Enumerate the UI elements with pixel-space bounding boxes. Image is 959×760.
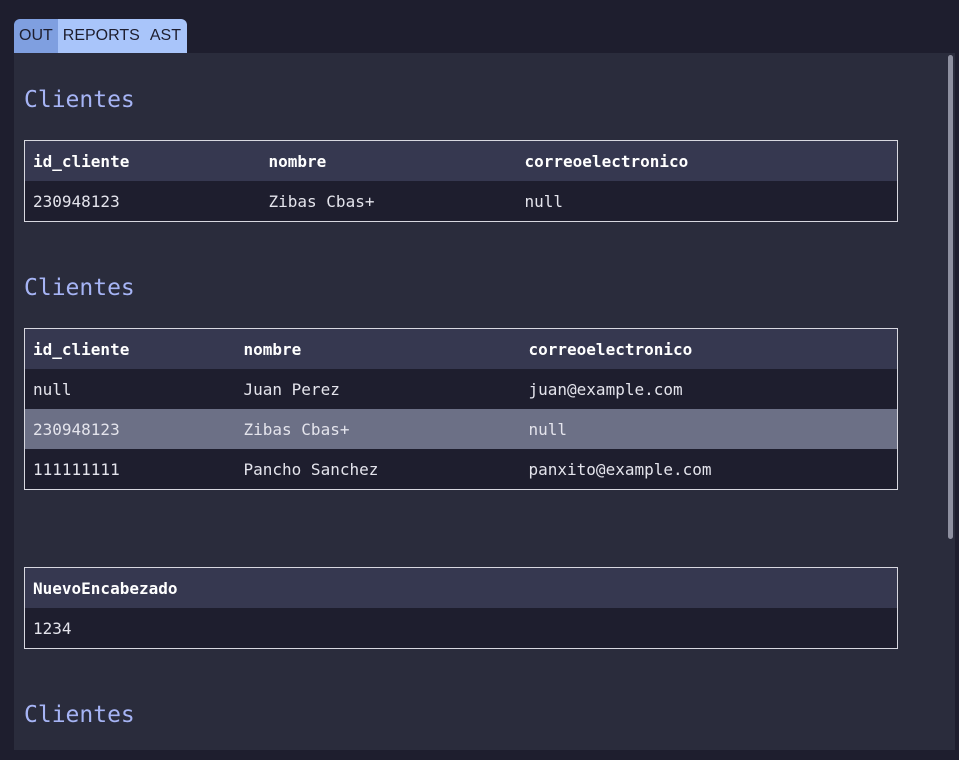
table-row[interactable]: 1234 <box>24 608 898 649</box>
column-header: nombre <box>235 328 521 369</box>
table-header-row: id_cliente nombre correoelectronico <box>24 140 898 181</box>
column-header: id_cliente <box>24 140 261 181</box>
table-row[interactable]: null Juan Perez juan@example.com <box>24 369 898 409</box>
table-cell: 230948123 <box>24 181 261 222</box>
section-title: Clientes <box>24 87 135 113</box>
table-cell: juan@example.com <box>520 369 898 409</box>
table-cell: null <box>520 409 898 449</box>
section-title: Clientes <box>24 275 135 301</box>
column-header: NuevoEncabezado <box>24 567 898 608</box>
table-cell: Juan Perez <box>235 369 521 409</box>
column-header: correoelectronico <box>520 328 898 369</box>
tab-ast[interactable]: AST <box>144 19 187 53</box>
result-table: id_cliente nombre correoelectronico 2309… <box>24 140 898 222</box>
table-cell: Pancho Sanchez <box>235 449 521 490</box>
table-header-row: id_cliente nombre correoelectronico <box>24 328 898 369</box>
table-row[interactable]: 230948123 Zibas Cbas+ null <box>24 181 898 222</box>
table-cell: null <box>24 369 236 409</box>
result-table: NuevoEncabezado 1234 <box>24 567 898 649</box>
table-cell: Zibas Cbas+ <box>260 181 517 222</box>
tab-bar: OUT REPORTS AST <box>14 19 187 53</box>
output-panel: Clientes id_cliente nombre correoelectro… <box>14 53 955 750</box>
table-cell: 230948123 <box>24 409 236 449</box>
column-header: nombre <box>260 140 517 181</box>
table-header-row: NuevoEncabezado <box>24 567 898 608</box>
vertical-scrollbar[interactable] <box>948 55 953 539</box>
column-header: id_cliente <box>24 328 236 369</box>
section-title: Clientes <box>24 702 135 728</box>
table-cell: panxito@example.com <box>520 449 898 490</box>
column-header: correoelectronico <box>516 140 898 181</box>
table-row-highlighted[interactable]: 230948123 Zibas Cbas+ null <box>24 409 898 449</box>
table-cell: null <box>516 181 898 222</box>
table-cell: Zibas Cbas+ <box>235 409 521 449</box>
tab-reports[interactable]: REPORTS <box>57 19 145 53</box>
table-row[interactable]: 111111111 Pancho Sanchez panxito@example… <box>24 449 898 490</box>
table-cell: 1234 <box>24 608 898 649</box>
table-cell: 111111111 <box>24 449 236 490</box>
result-table: id_cliente nombre correoelectronico null… <box>24 328 898 490</box>
tab-out[interactable]: OUT <box>14 19 58 53</box>
